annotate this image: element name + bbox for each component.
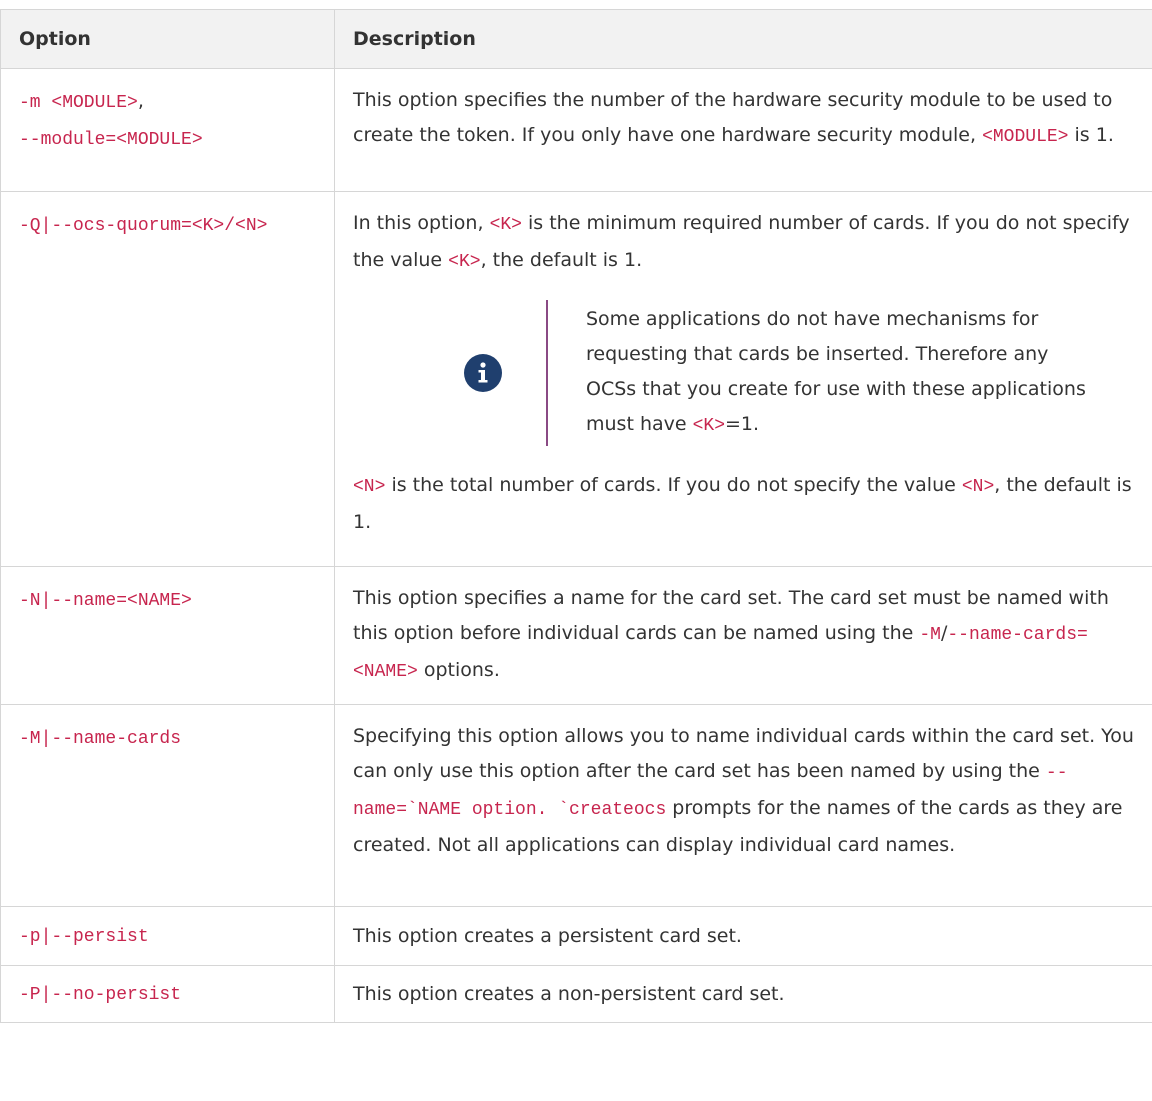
description-text: Specifying this option allows you to nam…: [353, 719, 1142, 863]
text: In this option,: [353, 212, 490, 234]
description-cell: This option specifies the number of the …: [335, 69, 1152, 192]
options-table: Option Description -m <MODULE>, --module…: [0, 9, 1152, 1023]
table-row: -Q|--ocs-quorum=<K>/<N> In this option, …: [1, 192, 1152, 567]
text: Some applications do not have mechanisms…: [586, 308, 1086, 435]
description-text: This option specifies the number of the …: [353, 83, 1142, 155]
option-cell: -Q|--ocs-quorum=<K>/<N>: [1, 192, 335, 567]
option-cell: -N|--name=<NAME>: [1, 567, 335, 705]
info-icon: [464, 354, 502, 392]
inline-code: <K>: [490, 215, 522, 235]
description-cell: Specifying this option allows you to nam…: [335, 705, 1152, 907]
option-cell: -P|--no-persist: [1, 966, 335, 1023]
table-row: -N|--name=<NAME> This option specifies a…: [1, 567, 1152, 705]
note-admonition: Some applications do not have mechanisms…: [353, 300, 1142, 446]
comma: ,: [138, 90, 144, 112]
table-row: -P|--no-persist This option creates a no…: [1, 966, 1152, 1023]
inline-code: <K>: [448, 252, 480, 272]
text: Specifying this option allows you to nam…: [353, 725, 1134, 782]
table-header-row: Option Description: [1, 10, 1152, 69]
option-cell: -p|--persist: [1, 907, 335, 966]
option-code: -P|--no-persist: [19, 985, 181, 1005]
table-row: -M|--name-cards Specifying this option a…: [1, 705, 1152, 907]
option-code: -Q|--ocs-quorum=<K>/<N>: [19, 216, 267, 236]
info-icon-glyph: [464, 354, 502, 392]
table-row: -p|--persist This option creates a persi…: [1, 907, 1152, 966]
text: is 1.: [1068, 124, 1113, 146]
option-code: -p|--persist: [19, 927, 149, 947]
description-text: This option creates a non-persistent car…: [353, 983, 785, 1005]
text: , the default is 1.: [481, 249, 643, 271]
header-option: Option: [1, 10, 335, 69]
text: =1.: [725, 413, 759, 435]
description-text: This option specifies a name for the car…: [353, 581, 1142, 690]
inline-code: <MODULE>: [982, 127, 1068, 147]
option-code: -M|--name-cards: [19, 729, 181, 749]
option-cell: -m <MODULE>, --module=<MODULE>: [1, 69, 335, 192]
description-cell: This option specifies a name for the car…: [335, 567, 1152, 705]
text: is the total number of cards. If you do …: [385, 474, 961, 496]
inline-code: <N>: [962, 477, 994, 497]
option-cell: -M|--name-cards: [1, 705, 335, 907]
description-cell: In this option, <K> is the minimum requi…: [335, 192, 1152, 567]
inline-code: <K>: [693, 416, 725, 436]
inline-code: <N>: [353, 477, 385, 497]
table-row: -m <MODULE>, --module=<MODULE> This opti…: [1, 69, 1152, 192]
option-code: -N|--name=<NAME>: [19, 591, 192, 611]
description-text: <N> is the total number of cards. If you…: [353, 468, 1142, 540]
inline-code: -M: [919, 625, 941, 645]
header-description: Description: [335, 10, 1152, 69]
description-cell: This option creates a persistent card se…: [335, 907, 1152, 966]
description-cell: This option creates a non-persistent car…: [335, 966, 1152, 1023]
description-text: This option creates a persistent card se…: [353, 925, 742, 947]
note-text: Some applications do not have mechanisms…: [546, 300, 1086, 446]
description-text: In this option, <K> is the minimum requi…: [353, 206, 1142, 280]
option-code: -m <MODULE>: [19, 93, 138, 113]
option-code: --module=<MODULE>: [19, 130, 203, 150]
text: options.: [418, 659, 500, 681]
